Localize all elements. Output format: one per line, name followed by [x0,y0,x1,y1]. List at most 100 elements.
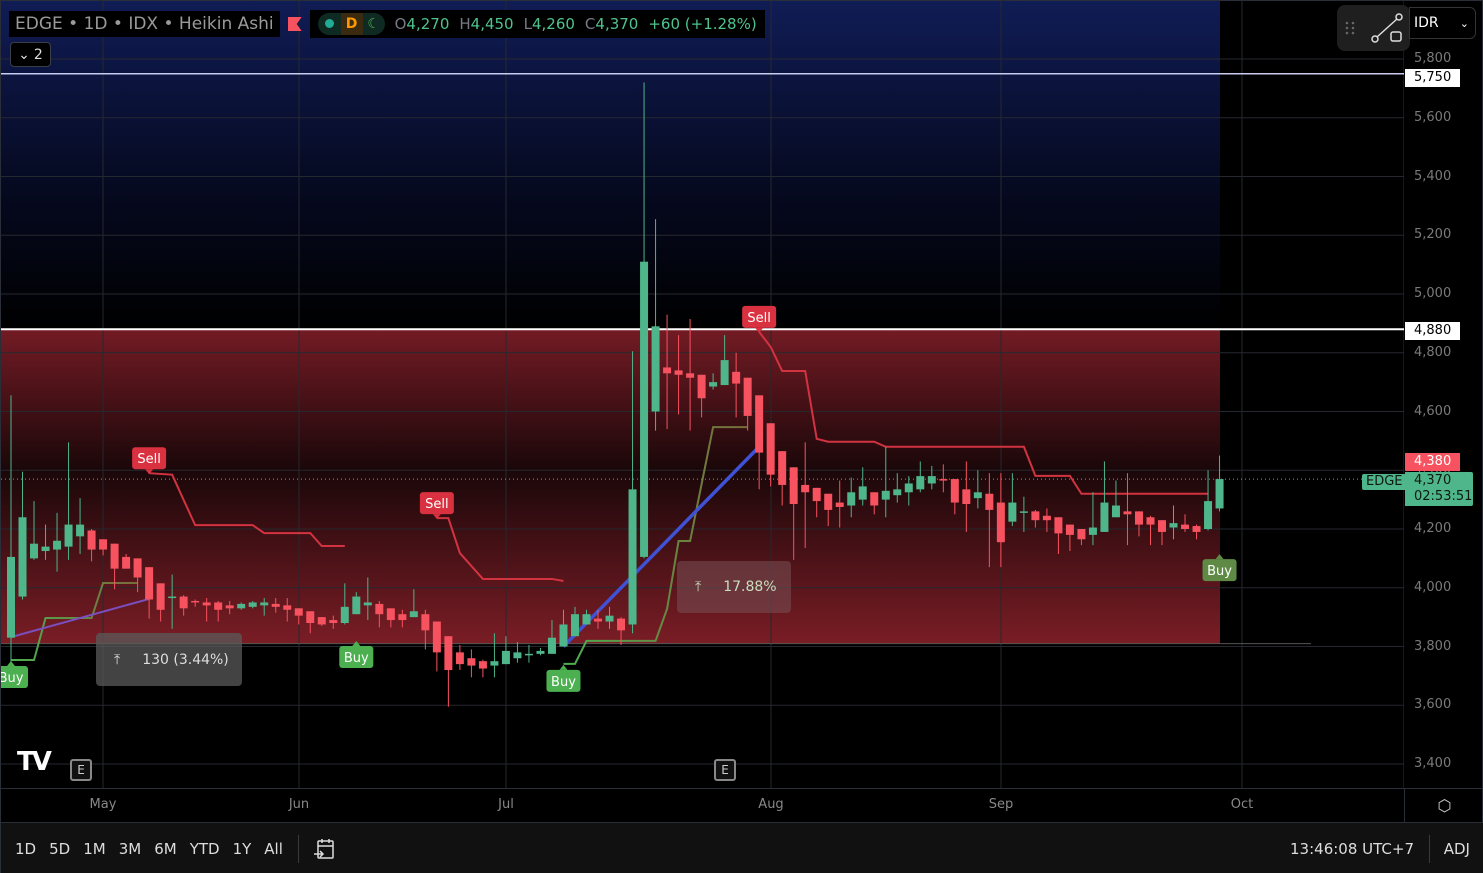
drawing-toolbar[interactable] [1337,5,1410,51]
drag-handle-icon[interactable] [1344,20,1356,36]
open-label: O [394,15,407,33]
candle-up [53,540,62,550]
adjust-data-toggle[interactable]: ADJ [1428,834,1470,863]
tradingview-logo[interactable]: TV [17,747,52,777]
candle-up [18,517,27,597]
candle-up [490,661,499,666]
candle-down [1054,517,1063,534]
upper-zone [1,1,1220,330]
settings-gear-icon: ⬡ [1437,796,1452,815]
price-tick-label: 5,600 [1414,109,1452,125]
candle-up [628,489,637,625]
symbol-legend[interactable]: EDGE • 1D • IDX • Heikin Ashi D ☾ O4,270… [9,10,765,38]
price-tick-label: 5,200 [1414,227,1452,243]
time-axis[interactable]: May Jun Jul Aug Sep Oct [1,788,1404,822]
clock-timezone[interactable]: 13:46:08 UTC+7 [1290,840,1414,858]
indicator-count: 2 [33,46,43,63]
candle-down [686,373,695,378]
candle-up [260,602,269,606]
candle-down [801,484,810,493]
candle-up [64,524,73,547]
candle-down [766,423,775,475]
range-all[interactable]: All [264,840,283,858]
candle-down [375,603,384,615]
candle-down [870,492,879,506]
candle-down [444,636,453,670]
high-label: H [459,15,471,33]
candle-down [306,611,315,623]
high-price-badge: 4,380 [1405,453,1461,471]
candle-up [76,524,85,537]
candle-up [1088,527,1097,535]
range-3m[interactable]: 3M [119,840,142,858]
price-tick-label: 4,600 [1414,403,1452,419]
candle-down [1146,517,1155,525]
price-tick-label: 5,800 [1414,51,1452,66]
candle-up [248,602,257,607]
vertical-range-icon: ⤒ [114,651,121,668]
candle-up [605,615,614,622]
candle-down [110,543,119,569]
candle-up [973,492,982,499]
chevron-down-icon: ⌄ [1459,16,1469,30]
range-1y[interactable]: 1Y [233,840,252,858]
candle-up [582,614,591,625]
time-label: Jun [288,797,310,812]
price-tick-label: 3,400 [1414,756,1452,771]
candle-up [847,492,856,506]
go-to-date-calendar-icon[interactable] [313,837,337,861]
trend-line-tool-icon[interactable] [1371,12,1403,44]
candle-down [1065,524,1074,535]
candle-down [156,583,165,610]
price-tick-label: 3,800 [1414,638,1452,654]
candle-down [87,530,96,550]
candle-down [594,618,603,622]
candle-down [225,605,234,609]
currency-dropdown[interactable]: IDR ⌄ [1409,7,1476,39]
chart-settings-button[interactable]: ⬡ [1404,788,1483,822]
range-ytd[interactable]: YTD [190,840,220,858]
indicators-collapse-button[interactable]: ⌄ 2 [10,42,51,67]
time-label: May [89,797,117,812]
chevron-down-icon: ⌄ [18,46,30,63]
candle-down [697,374,706,399]
flag-icon[interactable] [287,17,302,31]
candle-down [1134,511,1143,525]
candle-up [927,476,936,484]
range-1d[interactable]: 1D [15,840,36,858]
candle-up [893,489,902,496]
interval-badge: D [340,13,363,35]
candle-down [398,614,407,621]
candle-down [835,502,844,507]
candle-down [962,489,971,505]
candle-up [1169,523,1178,528]
close-value: 4,370 [595,15,639,33]
candle-down [824,493,833,510]
candle-up [340,606,349,623]
candle-up [1008,502,1017,522]
candle-up [559,624,568,647]
candle-up [1215,479,1224,509]
range-5d[interactable]: 5D [49,840,70,858]
market-status-pills[interactable]: D ☾ [317,13,385,35]
measure-value: 17.88% [723,579,777,595]
range-6m[interactable]: 6M [154,840,177,858]
symbol-title[interactable]: EDGE • 1D • IDX • Heikin Ashi [9,11,280,37]
candle-up [1100,502,1109,532]
range-1m[interactable]: 1M [83,840,106,858]
candle-down [789,467,798,505]
open-value: 4,270 [406,15,450,33]
candle-down [663,367,672,374]
price-tick-label: 5,000 [1414,286,1452,301]
currency-label: IDR [1414,15,1439,31]
candle-up [363,602,372,606]
price-range-measure[interactable]: ⤒ 130 (3.44%) [96,633,242,686]
percent-range-measure[interactable]: ⤒ 17.88% [677,561,791,613]
candle-down [478,661,487,669]
candle-down [283,605,292,610]
candle-up [651,326,660,412]
signal-label: Sell [137,452,160,467]
price-tick-label: 5,400 [1414,168,1452,184]
earnings-event-badge[interactable]: E [714,759,736,781]
earnings-event-badge[interactable]: E [70,759,92,781]
